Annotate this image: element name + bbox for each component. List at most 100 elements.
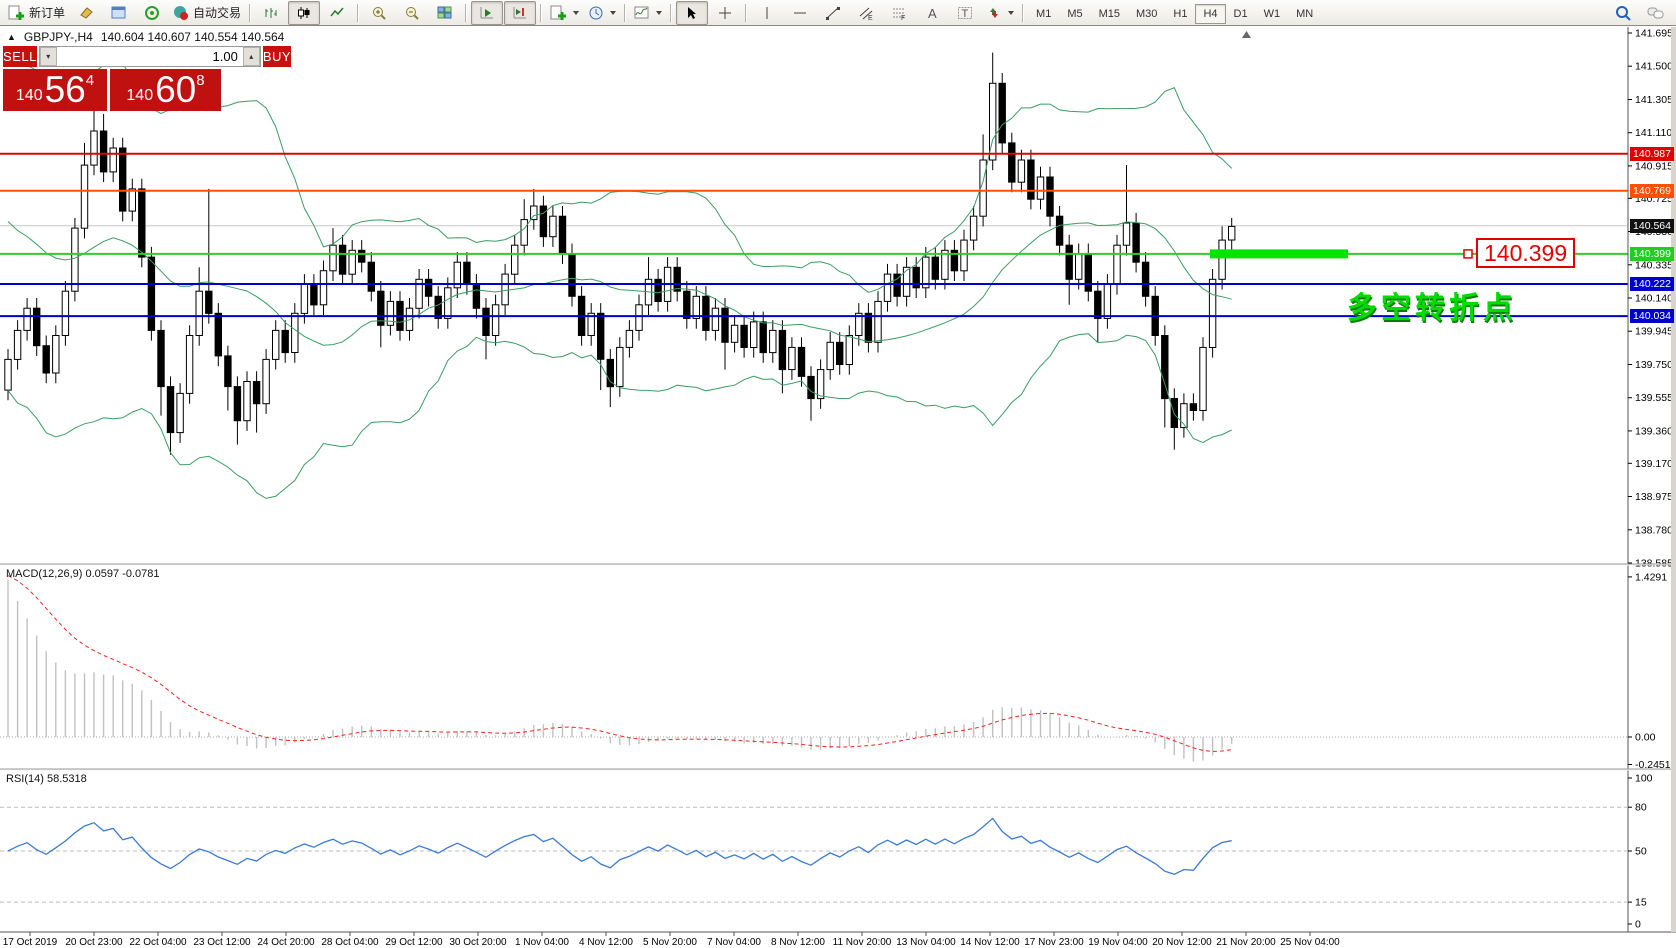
time-axis-label: 14 Nov 12:00 xyxy=(960,937,1020,948)
zoom-out-button[interactable] xyxy=(396,1,428,25)
candle-body xyxy=(1200,347,1206,410)
candle-body xyxy=(760,322,766,353)
fibonacci-button[interactable]: F xyxy=(883,1,915,25)
sell-button[interactable]: SELL xyxy=(3,46,37,67)
auto-trading-button[interactable]: 自动交易 xyxy=(169,1,245,25)
text-label-button[interactable]: T xyxy=(949,1,981,25)
timeframe-button-H4[interactable]: H4 xyxy=(1195,4,1225,24)
candle-body xyxy=(674,267,680,291)
candle-body xyxy=(43,346,49,373)
svg-text:E: E xyxy=(868,15,873,21)
one-click-trading-panel: SELL ▾ ▴ BUY 140 56 4 140 60 8 xyxy=(3,46,221,111)
candle-body xyxy=(1162,336,1168,399)
chart-window-button[interactable] xyxy=(103,1,135,25)
candle-body xyxy=(1114,245,1120,284)
candle-body xyxy=(100,131,106,172)
time-axis-label: 4 Nov 12:00 xyxy=(579,937,633,948)
search-button[interactable] xyxy=(1607,1,1639,25)
candle-body xyxy=(512,245,518,274)
timeframe-button-D1[interactable]: D1 xyxy=(1226,4,1256,24)
candle-body xyxy=(970,216,976,240)
rsi-tick-label: 100 xyxy=(1635,773,1653,785)
timeframe-button-W1[interactable]: W1 xyxy=(1256,4,1289,24)
periods-dropdown[interactable] xyxy=(584,1,620,25)
sell-price-prefix: 140 xyxy=(16,87,43,105)
svg-text:A: A xyxy=(928,6,937,21)
candle-body xyxy=(167,387,173,433)
candle-body xyxy=(884,274,890,301)
timeframe-button-M30[interactable]: M30 xyxy=(1128,4,1165,24)
time-axis-label: 17 Oct 2019 xyxy=(3,937,58,948)
candle-body xyxy=(502,274,508,305)
zoom-in-button[interactable] xyxy=(363,1,395,25)
tile-windows-button[interactable] xyxy=(429,1,461,25)
crosshair-button[interactable] xyxy=(709,1,741,25)
chat-button[interactable] xyxy=(1640,1,1672,25)
trendline-icon xyxy=(825,5,841,21)
cursor-button[interactable] xyxy=(676,1,708,25)
text-button[interactable]: A xyxy=(916,1,948,25)
buy-button[interactable]: BUY xyxy=(263,46,291,67)
indicator-list-dropdown[interactable] xyxy=(630,1,666,25)
rsi-line xyxy=(8,818,1232,874)
horizontal-line-button[interactable] xyxy=(784,1,816,25)
volume-decrease-button[interactable]: ▾ xyxy=(40,47,57,66)
chart-canvas[interactable]: 141.695141.500141.305141.110140.915140.7… xyxy=(0,27,1676,948)
trendline-button[interactable] xyxy=(817,1,849,25)
volume-increase-button[interactable]: ▴ xyxy=(243,47,260,66)
candle-body xyxy=(292,313,298,352)
collapse-panel-icon[interactable]: ▲ xyxy=(7,32,16,42)
candle-body xyxy=(1056,216,1062,245)
price-tick-label: 140.335 xyxy=(1635,259,1673,271)
candlestick-chart-button[interactable] xyxy=(288,1,320,25)
ohlc-values: 140.604 140.607 140.554 140.564 xyxy=(101,30,285,44)
chart-shift-button[interactable] xyxy=(504,1,536,25)
candle-body xyxy=(846,336,852,365)
equidistant-channel-button[interactable]: E xyxy=(850,1,882,25)
auto-scroll-button[interactable] xyxy=(471,1,503,25)
price-callout-box[interactable]: 140.399 xyxy=(1476,238,1575,268)
buy-price-prefix: 140 xyxy=(126,87,153,105)
time-axis-label: 23 Oct 12:00 xyxy=(193,937,251,948)
eraser-button[interactable] xyxy=(70,1,102,25)
periods-clock-icon xyxy=(588,5,604,21)
price-badge: 140.987 xyxy=(1630,147,1674,161)
vertical-line-button[interactable] xyxy=(751,1,783,25)
scrollbar-strip[interactable] xyxy=(1671,27,1676,932)
timeframe-button-M15[interactable]: M15 xyxy=(1091,4,1128,24)
timeframe-button-H1[interactable]: H1 xyxy=(1165,4,1195,24)
volume-input[interactable] xyxy=(57,47,243,66)
candle-body xyxy=(244,382,250,421)
candle-body xyxy=(320,271,326,305)
timeframe-button-M1[interactable]: M1 xyxy=(1028,4,1059,24)
signal-button[interactable] xyxy=(136,1,168,25)
line-chart-button[interactable] xyxy=(321,1,353,25)
candle-body xyxy=(817,370,823,399)
add-indicator-dropdown[interactable] xyxy=(546,1,583,25)
new-order-button[interactable]: 新订单 xyxy=(4,1,69,25)
sell-price-button[interactable]: 140 56 4 xyxy=(3,69,107,111)
timeframe-group: M1M5M15M30H1H4D1W1MN xyxy=(1028,6,1321,20)
candle-body xyxy=(1095,291,1101,318)
price-tick-label: 141.110 xyxy=(1635,127,1672,139)
macd-tick-label: 1.4291 xyxy=(1635,571,1667,583)
price-badge: 140.034 xyxy=(1630,309,1674,323)
time-axis-label: 20 Oct 23:00 xyxy=(65,937,123,948)
toolbar-separator xyxy=(1022,4,1024,22)
candle-body xyxy=(903,267,909,296)
timeframe-button-M5[interactable]: M5 xyxy=(1059,4,1090,24)
candle-body xyxy=(225,356,231,387)
candle-body xyxy=(473,284,479,308)
candle-body xyxy=(1219,240,1225,279)
timeframe-button-MN[interactable]: MN xyxy=(1288,4,1321,24)
candle-body xyxy=(234,387,240,421)
bar-chart-button[interactable] xyxy=(255,1,287,25)
candle-body xyxy=(722,308,728,342)
time-axis-label: 25 Nov 04:00 xyxy=(1280,937,1340,948)
candle-body xyxy=(1028,160,1034,199)
arrows-dropdown[interactable] xyxy=(982,1,1018,25)
price-badge: 140.564 xyxy=(1630,219,1674,233)
horizontal-line-icon xyxy=(792,5,808,21)
pivot-annotation[interactable]: 多空转折点 xyxy=(1347,283,1517,327)
buy-price-button[interactable]: 140 60 8 xyxy=(110,69,221,111)
